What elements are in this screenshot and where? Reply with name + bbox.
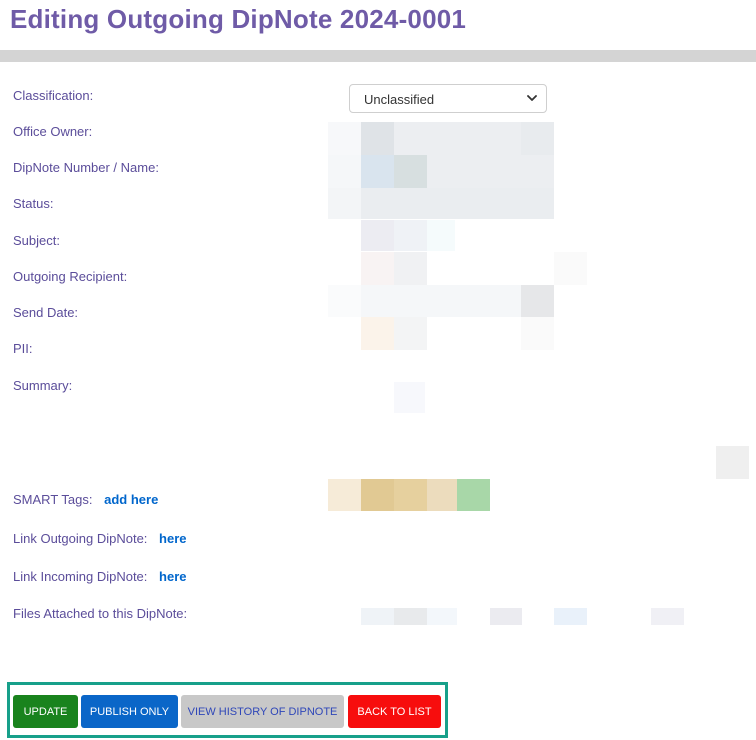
classification-select[interactable]: Unclassified [349,84,547,113]
update-button[interactable]: UPDATE [13,695,78,728]
back-to-list-button[interactable]: BACK TO LIST [348,695,441,728]
chevron-down-icon [527,95,537,101]
dipnote-number-label: DipNote Number / Name: [13,160,159,175]
link-incoming-here-link[interactable]: here [159,569,186,584]
link-outgoing-label: Link Outgoing DipNote: [13,531,148,546]
classification-label: Classification: [13,88,94,103]
summary-label: Summary: [13,378,73,393]
send-date-label: Send Date: [13,305,79,320]
link-incoming-row: Link Incoming DipNote: here [13,569,187,584]
link-outgoing-here-link[interactable]: here [159,531,186,546]
files-attached-label: Files Attached to this DipNote: [13,606,188,621]
office-owner-label: Office Owner: [13,124,93,139]
smart-tags-row: SMART Tags: add here [13,492,158,507]
pii-label: PII: [13,341,33,356]
outgoing-recipient-label: Outgoing Recipient: [13,269,128,284]
subject-label: Subject: [13,233,60,248]
status-label: Status: [13,196,54,211]
smart-tags-label: SMART Tags: [13,492,93,507]
link-outgoing-row: Link Outgoing DipNote: here [13,531,187,546]
publish-only-button[interactable]: PUBLISH ONLY [81,695,178,728]
view-history-button[interactable]: VIEW HISTORY OF DIPNOTE [181,695,344,728]
smart-tags-add-link[interactable]: add here [104,492,158,507]
link-incoming-label: Link Incoming DipNote: [13,569,148,584]
title-divider [0,50,756,62]
classification-value: Unclassified [364,92,435,107]
page-title: Editing Outgoing DipNote 2024-0001 [10,4,467,34]
